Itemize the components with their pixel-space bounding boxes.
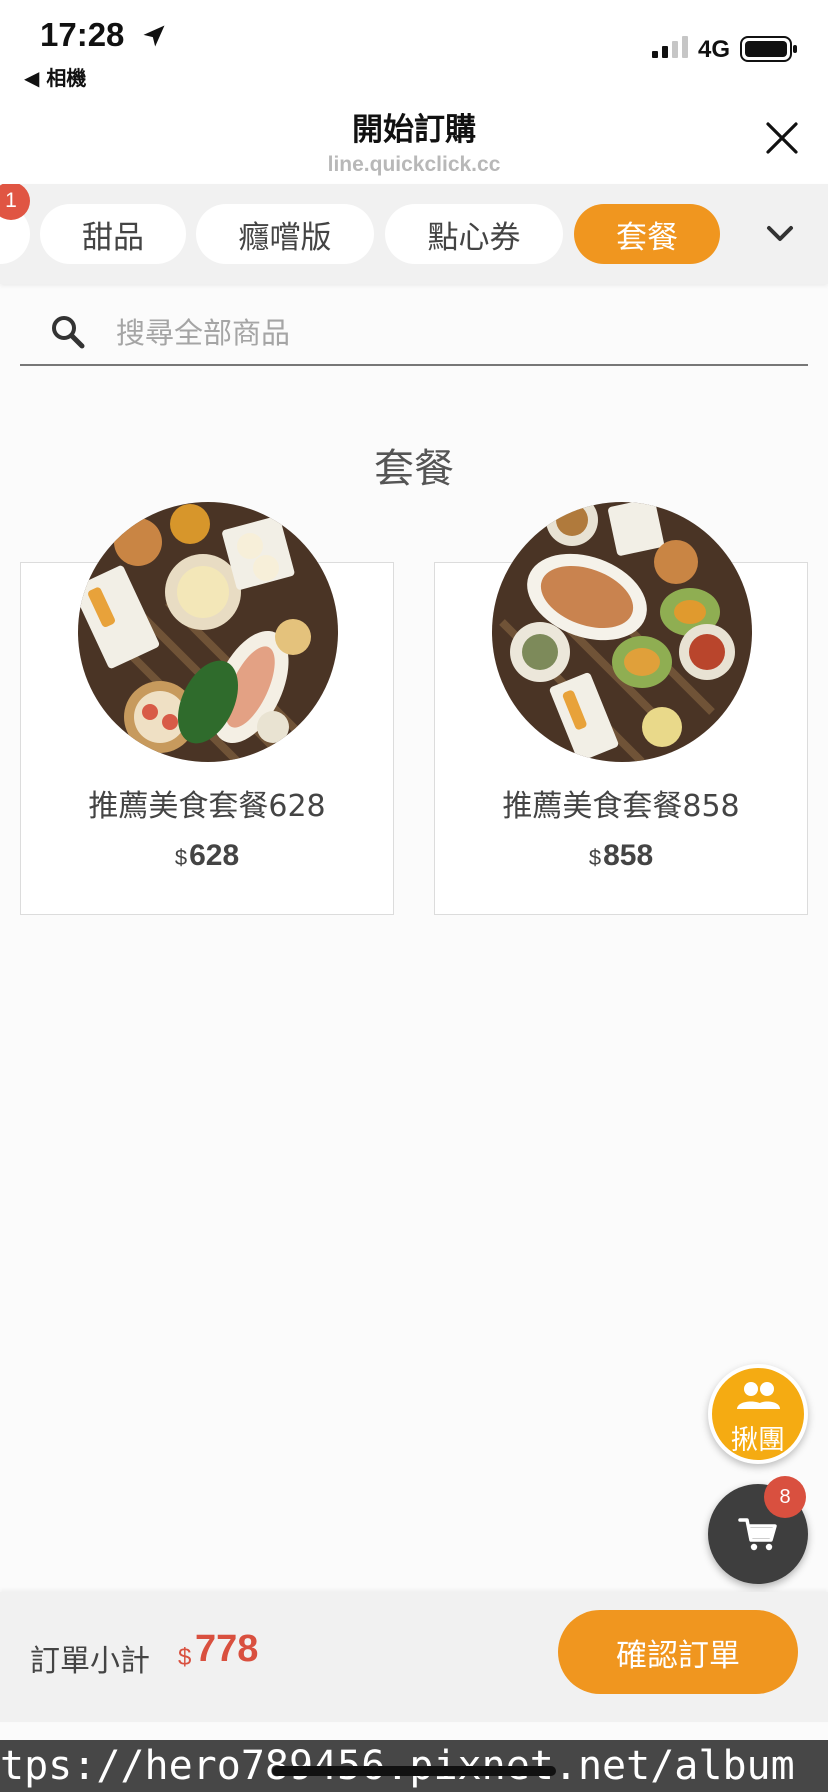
bottom-bar: 訂單小計 $ 778 確認訂單 (0, 1592, 828, 1722)
product-name: 推薦美食套餐858 (502, 789, 740, 824)
battery-icon (740, 36, 797, 62)
status-time: 17:28 (40, 16, 125, 53)
tab-dim-sum-vouchers[interactable]: 點心券 (385, 204, 563, 264)
subtotal-label: 訂單小計 (30, 1644, 150, 1679)
status-bar: 17:28 ◀ 相機 4G (0, 0, 828, 92)
tab-desserts[interactable]: 甜品 (40, 204, 186, 264)
search-input[interactable] (116, 308, 776, 358)
people-icon (737, 1382, 780, 1409)
subtotal-value: 778 (195, 1628, 259, 1670)
location-arrow-icon (143, 25, 165, 47)
confirm-order-button[interactable]: 確認訂單 (558, 1610, 798, 1694)
page-url: line.quickclick.cc (327, 153, 501, 176)
section-title: 套餐 (374, 446, 454, 492)
search-icon (52, 316, 85, 349)
signal-bars-icon (652, 36, 688, 58)
group-order-label: 揪團 (731, 1425, 785, 1456)
back-to-camera-link[interactable]: ◀ 相機 (24, 62, 86, 91)
product-image-set-628[interactable] (78, 502, 338, 762)
group-order-button[interactable]: 揪團 (708, 1364, 808, 1464)
product-name: 推薦美食套餐628 (88, 789, 326, 824)
product-image-set-858[interactable] (492, 502, 752, 762)
expand-categories-button[interactable] (758, 212, 802, 256)
category-tabs: 1 甜品 癮嚐版 點心券 套餐 (0, 184, 828, 284)
page-header: 開始訂購 line.quickclick.cc (0, 92, 828, 184)
tab-craving-edition[interactable]: 癮嚐版 (196, 204, 374, 264)
tab-set-meals[interactable]: 套餐 (574, 204, 720, 264)
home-indicator (272, 1766, 556, 1776)
network-type: 4G (698, 36, 731, 63)
close-icon[interactable] (764, 120, 800, 156)
cart-count-badge: 8 (764, 1476, 806, 1518)
product-price: $858 (588, 839, 654, 872)
tab-count-badge: 1 (0, 184, 30, 220)
product-price: $628 (174, 839, 240, 872)
search-bar (20, 302, 808, 366)
shopping-cart-icon (738, 1518, 777, 1551)
page-title: 開始訂購 (352, 112, 476, 148)
subtotal-currency: $ (178, 1644, 192, 1671)
chevron-down-icon (767, 226, 793, 241)
